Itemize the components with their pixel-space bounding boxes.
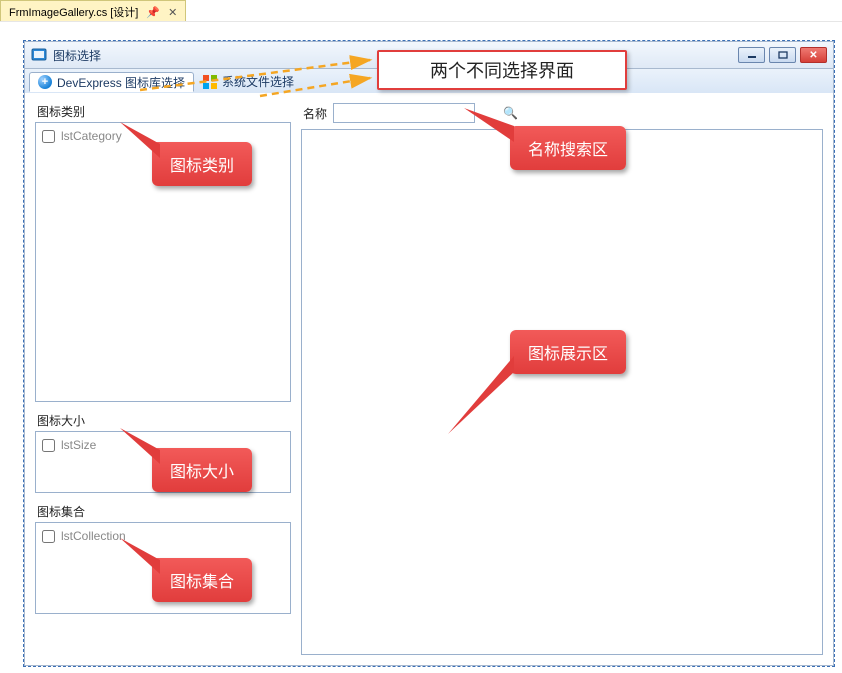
collection-item-label: lstCollection <box>61 529 126 543</box>
collection-checkbox[interactable] <box>42 530 55 543</box>
callout-collection-label: 图标集合 <box>170 574 234 591</box>
app-icon <box>31 47 47 63</box>
size-item-label: lstSize <box>61 438 96 452</box>
annotation-top-label: 两个不同选择界面 <box>430 57 574 83</box>
callout-collection: 图标集合 <box>152 558 252 602</box>
document-filename: FrmImageGallery.cs [设计] <box>9 4 138 20</box>
callout-search-label: 名称搜索区 <box>528 142 608 159</box>
search-box[interactable]: 🔍 <box>333 103 475 123</box>
document-tab[interactable]: FrmImageGallery.cs [设计] 📌 ✕ <box>0 0 186 21</box>
panel-category-label: 图标类别 <box>35 103 291 120</box>
tab-devexpress-library[interactable]: + DevExpress 图标库选择 <box>29 72 194 92</box>
tab-system-files[interactable]: 系统文件选择 <box>194 71 303 91</box>
callout-category-label: 图标类别 <box>170 158 234 175</box>
callout-search-area: 名称搜索区 <box>510 126 626 170</box>
size-checkbox[interactable] <box>42 439 55 452</box>
document-tab-strip: FrmImageGallery.cs [设计] 📌 ✕ <box>0 0 842 22</box>
minimize-button[interactable] <box>738 47 765 63</box>
content-area: 图标类别 lstCategory 图标大小 lstSize <box>24 93 834 666</box>
category-item-label: lstCategory <box>61 129 122 143</box>
panel-size-label: 图标大小 <box>35 412 291 429</box>
icon-gallery[interactable] <box>301 129 823 655</box>
close-icon[interactable]: ✕ <box>168 6 177 19</box>
search-label: 名称 <box>303 105 327 122</box>
callout-size-label: 图标大小 <box>170 464 234 481</box>
annotation-top-box: 两个不同选择界面 <box>377 50 627 90</box>
panel-collection-label: 图标集合 <box>35 503 291 520</box>
right-column: 名称 🔍 <box>301 103 823 655</box>
maximize-button[interactable] <box>769 47 796 63</box>
category-checkbox[interactable] <box>42 130 55 143</box>
devexpress-icon: + <box>38 75 52 89</box>
search-row: 名称 🔍 <box>303 103 823 123</box>
callout-size: 图标大小 <box>152 448 252 492</box>
windows-icon <box>203 75 217 89</box>
tab-system-files-label: 系统文件选择 <box>222 73 294 90</box>
pin-icon[interactable]: 📌 <box>146 6 160 19</box>
callout-category: 图标类别 <box>152 142 252 186</box>
callout-gallery-label: 图标展示区 <box>528 346 608 363</box>
close-button[interactable]: ✕ <box>800 47 827 63</box>
tab-devexpress-label: DevExpress 图标库选择 <box>57 74 185 91</box>
callout-gallery-area: 图标展示区 <box>510 330 626 374</box>
